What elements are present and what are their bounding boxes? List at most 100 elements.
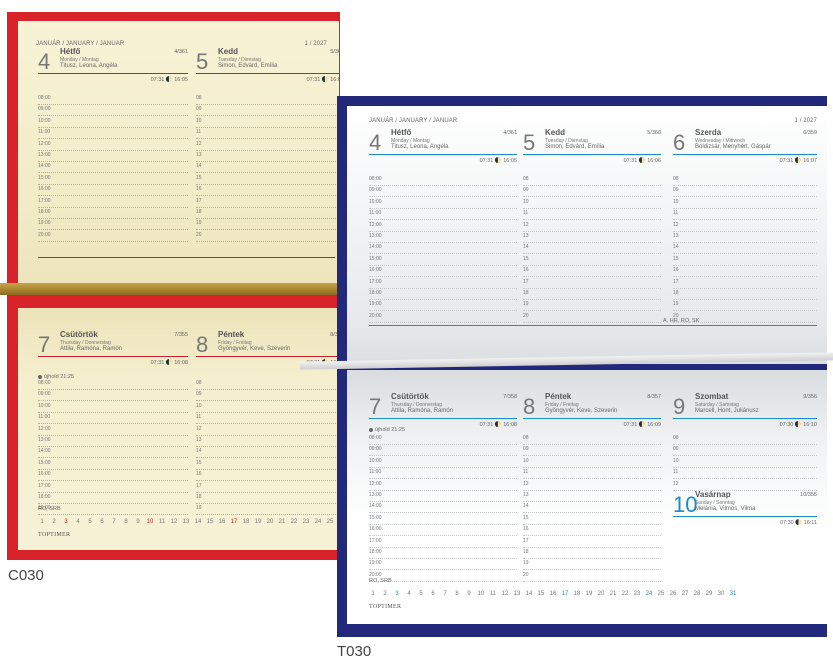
hour-line[interactable]: 10 <box>196 116 336 128</box>
hour-line[interactable]: 17 <box>196 196 336 208</box>
hour-line[interactable]: 16:00 <box>38 184 188 197</box>
hour-line[interactable]: 14 <box>523 501 661 514</box>
hour-line[interactable]: 19 <box>523 558 661 571</box>
hour-line[interactable]: 17 <box>523 277 661 289</box>
hour-line[interactable]: 15:00 <box>38 458 188 470</box>
hour-line[interactable]: 09 <box>523 444 661 457</box>
hour-line[interactable]: 16:00 <box>38 469 188 482</box>
hour-line[interactable]: 17 <box>196 481 336 493</box>
hour-line[interactable]: 12 <box>523 220 661 232</box>
hour-line[interactable]: 08:00 <box>369 433 517 445</box>
hour-line[interactable]: 12 <box>673 220 817 232</box>
hour-line[interactable]: 14:00 <box>369 501 517 514</box>
hour-line[interactable]: 14:00 <box>38 161 188 174</box>
hour-line[interactable]: 15 <box>196 173 336 185</box>
hour-line[interactable]: 13 <box>523 490 661 502</box>
hour-line[interactable]: 11 <box>196 412 336 425</box>
hour-line[interactable]: 20 <box>523 311 661 323</box>
hour-line[interactable]: 18 <box>196 207 336 219</box>
hour-line[interactable]: 12:00 <box>369 479 517 491</box>
hour-line[interactable]: 16:00 <box>369 524 517 537</box>
hour-line[interactable]: 12 <box>523 479 661 491</box>
hour-line[interactable]: 08:00 <box>38 93 188 105</box>
hour-line[interactable]: 12 <box>196 424 336 436</box>
hour-line[interactable]: 10 <box>523 197 661 209</box>
hour-line[interactable]: 08 <box>673 433 817 445</box>
hour-line[interactable]: 19:00 <box>369 558 517 571</box>
hour-line[interactable]: 16:00 <box>369 265 517 278</box>
hour-line[interactable]: 15:00 <box>38 173 188 185</box>
hour-line[interactable]: 10:00 <box>369 197 517 209</box>
hour-line[interactable]: 14 <box>196 161 336 174</box>
hour-line[interactable]: 11 <box>196 127 336 140</box>
hour-line[interactable]: 10 <box>673 456 817 468</box>
hour-line[interactable]: 13:00 <box>38 150 188 162</box>
hour-line[interactable]: 11:00 <box>38 412 188 425</box>
hour-line[interactable]: 08 <box>523 433 661 445</box>
hour-line[interactable]: 16 <box>523 265 661 278</box>
hour-line[interactable]: 18:00 <box>369 547 517 559</box>
hour-line[interactable]: 20:00 <box>369 311 517 323</box>
hour-line[interactable]: 18:00 <box>38 492 188 504</box>
hour-line[interactable]: 13 <box>523 231 661 243</box>
hour-line[interactable]: 19 <box>196 218 336 231</box>
hour-line[interactable]: 13:00 <box>369 231 517 243</box>
hour-line[interactable]: 09 <box>196 389 336 402</box>
hour-line[interactable]: 19:00 <box>369 299 517 312</box>
hour-line[interactable]: 15 <box>523 513 661 525</box>
hour-line[interactable]: 10 <box>196 401 336 413</box>
hour-line[interactable]: 17 <box>523 536 661 548</box>
hour-line[interactable]: 08 <box>196 378 336 390</box>
hour-line[interactable]: 09 <box>673 185 817 198</box>
hour-line[interactable]: 09 <box>673 444 817 457</box>
hour-line[interactable]: 18:00 <box>38 207 188 219</box>
hour-line[interactable]: 11 <box>523 208 661 221</box>
hour-line[interactable]: 15:00 <box>369 513 517 525</box>
hour-line[interactable]: 15:00 <box>369 254 517 266</box>
hour-line[interactable]: 18 <box>673 288 817 300</box>
hour-line[interactable]: 09:00 <box>38 104 188 117</box>
hour-line[interactable]: 10:00 <box>38 401 188 413</box>
hour-line[interactable]: 11:00 <box>38 127 188 140</box>
hour-line[interactable]: 08 <box>523 174 661 186</box>
hour-line[interactable]: 19 <box>673 299 817 312</box>
hour-line[interactable]: 17 <box>673 277 817 289</box>
hour-line[interactable]: 17:00 <box>369 536 517 548</box>
hour-line[interactable]: 17:00 <box>38 481 188 493</box>
hour-line[interactable]: 16 <box>196 469 336 482</box>
hour-line[interactable]: 09:00 <box>369 185 517 198</box>
hour-line[interactable]: 16 <box>196 184 336 197</box>
hour-line[interactable]: 14 <box>523 242 661 255</box>
hour-line[interactable]: 09 <box>523 185 661 198</box>
hour-line[interactable]: 09 <box>196 104 336 117</box>
hour-line[interactable]: 19 <box>196 503 336 516</box>
hour-line[interactable]: 15 <box>196 458 336 470</box>
hour-line[interactable]: 11:00 <box>369 467 517 480</box>
hour-line[interactable]: 15 <box>523 254 661 266</box>
hour-line[interactable]: 12:00 <box>38 424 188 436</box>
hour-line[interactable]: 16 <box>673 265 817 278</box>
hour-line[interactable]: 18 <box>196 492 336 504</box>
hour-line[interactable]: 20:00 <box>38 230 188 242</box>
hour-line[interactable]: 12:00 <box>38 139 188 151</box>
hour-line[interactable]: 13:00 <box>38 435 188 447</box>
hour-line[interactable]: 13 <box>673 231 817 243</box>
hour-line[interactable]: 16 <box>523 524 661 537</box>
hour-line[interactable]: 14:00 <box>38 446 188 459</box>
hour-line[interactable]: 19 <box>523 299 661 312</box>
hour-line[interactable]: 20 <box>523 570 661 582</box>
hour-line[interactable]: 18 <box>523 547 661 559</box>
hour-line[interactable]: 11 <box>523 467 661 480</box>
hour-line[interactable]: 18 <box>523 288 661 300</box>
hour-line[interactable]: 08 <box>673 174 817 186</box>
hour-line[interactable]: 11:00 <box>369 208 517 221</box>
hour-line[interactable]: 13:00 <box>369 490 517 502</box>
hour-line[interactable]: 17:00 <box>369 277 517 289</box>
hour-line[interactable]: 15 <box>673 254 817 266</box>
hour-line[interactable]: 11 <box>673 467 817 480</box>
hour-line[interactable]: 09:00 <box>38 389 188 402</box>
hour-line[interactable]: 14 <box>673 242 817 255</box>
hour-line[interactable]: 17:00 <box>38 196 188 208</box>
hour-line[interactable]: 14 <box>196 446 336 459</box>
hour-line[interactable]: 12 <box>673 479 817 491</box>
